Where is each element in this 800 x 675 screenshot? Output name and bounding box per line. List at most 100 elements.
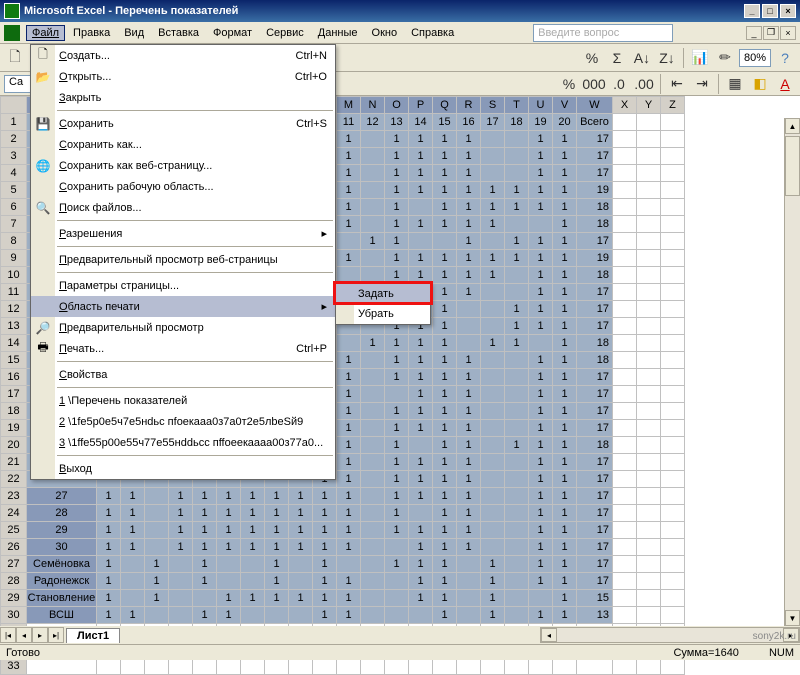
comma-style-icon[interactable]: 000	[583, 73, 605, 95]
data-cell[interactable]: 1	[553, 386, 577, 403]
data-cell[interactable]	[385, 539, 409, 556]
close-button[interactable]: ×	[780, 4, 796, 18]
data-cell[interactable]: 1	[457, 369, 481, 386]
column-header[interactable]: U	[529, 97, 553, 114]
data-cell[interactable]	[481, 148, 505, 165]
data-cell[interactable]: 1	[433, 284, 457, 301]
font-color-icon[interactable]: A	[774, 73, 796, 95]
data-cell[interactable]: 1	[481, 250, 505, 267]
data-cell[interactable]: 1	[145, 556, 169, 573]
header-cell[interactable]: 12	[361, 114, 385, 131]
data-cell[interactable]	[409, 607, 433, 624]
data-cell[interactable]: 1	[409, 250, 433, 267]
data-cell[interactable]: 1	[361, 335, 385, 352]
data-cell[interactable]	[361, 182, 385, 199]
row-header[interactable]: 3	[1, 148, 27, 165]
data-cell[interactable]: 1	[529, 454, 553, 471]
mdi-restore[interactable]: ❐	[763, 26, 779, 40]
data-cell[interactable]: 1	[457, 216, 481, 233]
data-cell[interactable]	[481, 352, 505, 369]
total-cell[interactable]: 17	[577, 148, 613, 165]
data-cell[interactable]: 1	[385, 437, 409, 454]
data-cell[interactable]	[505, 522, 529, 539]
data-cell[interactable]: 1	[433, 165, 457, 182]
data-cell[interactable]: 1	[457, 454, 481, 471]
data-cell[interactable]: 1	[553, 539, 577, 556]
data-cell[interactable]: 1	[337, 505, 361, 522]
row-header[interactable]: 15	[1, 352, 27, 369]
data-cell[interactable]: 1	[385, 403, 409, 420]
total-cell[interactable]: 13	[577, 607, 613, 624]
menu-insert[interactable]: Вставка	[152, 25, 205, 41]
file-menu-item[interactable]: Сохранить рабочую область...	[31, 176, 335, 197]
data-cell[interactable]: 1	[409, 335, 433, 352]
data-cell[interactable]	[433, 233, 457, 250]
tab-nav-prev[interactable]: ◂	[16, 627, 32, 643]
data-cell[interactable]	[361, 199, 385, 216]
total-cell[interactable]: 17	[577, 505, 613, 522]
header-cell[interactable]: 16	[457, 114, 481, 131]
data-cell[interactable]: 1	[409, 369, 433, 386]
data-cell[interactable]: 1	[529, 556, 553, 573]
data-cell[interactable]	[361, 165, 385, 182]
data-cell[interactable]: 1	[337, 471, 361, 488]
data-cell[interactable]: 1	[409, 539, 433, 556]
mdi-minimize[interactable]: _	[746, 26, 762, 40]
file-menu-item[interactable]: Выход	[31, 458, 335, 479]
data-cell[interactable]: 1	[457, 471, 481, 488]
data-cell[interactable]: 1	[409, 590, 433, 607]
data-cell[interactable]: 1	[385, 233, 409, 250]
data-cell[interactable]: 1	[529, 284, 553, 301]
data-cell[interactable]: 1	[553, 403, 577, 420]
data-cell[interactable]	[145, 522, 169, 539]
data-cell[interactable]	[145, 505, 169, 522]
data-cell[interactable]: 1	[337, 165, 361, 182]
data-cell[interactable]	[361, 403, 385, 420]
data-cell[interactable]: 1	[457, 182, 481, 199]
data-cell[interactable]	[481, 318, 505, 335]
data-cell[interactable]: 1	[361, 233, 385, 250]
data-cell[interactable]: 1	[529, 403, 553, 420]
data-cell[interactable]: 1	[433, 386, 457, 403]
data-cell[interactable]: 1	[457, 267, 481, 284]
data-cell[interactable]: 1	[553, 233, 577, 250]
data-cell[interactable]	[505, 386, 529, 403]
file-menu-item[interactable]: Область печати▸	[31, 296, 335, 317]
data-cell[interactable]: 1	[313, 522, 337, 539]
row-header[interactable]: 33	[1, 658, 27, 675]
row-label-cell[interactable]: 28	[27, 505, 97, 522]
data-cell[interactable]: 1	[433, 488, 457, 505]
data-cell[interactable]	[361, 131, 385, 148]
data-cell[interactable]: 1	[121, 488, 145, 505]
data-cell[interactable]	[481, 131, 505, 148]
file-menu-item[interactable]: 🗋Создать...Ctrl+N	[31, 45, 335, 66]
row-header[interactable]: 2	[1, 131, 27, 148]
data-cell[interactable]	[241, 573, 265, 590]
data-cell[interactable]: 1	[433, 454, 457, 471]
data-cell[interactable]: 1	[337, 403, 361, 420]
data-cell[interactable]: 1	[553, 148, 577, 165]
data-cell[interactable]: 1	[529, 437, 553, 454]
menu-file[interactable]: Файл	[26, 25, 65, 41]
data-cell[interactable]: 1	[433, 420, 457, 437]
data-cell[interactable]: 1	[553, 437, 577, 454]
data-cell[interactable]: 1	[433, 471, 457, 488]
data-cell[interactable]: 1	[337, 131, 361, 148]
mdi-close[interactable]: ×	[780, 26, 796, 40]
data-cell[interactable]: 1	[265, 488, 289, 505]
data-cell[interactable]: 1	[121, 539, 145, 556]
data-cell[interactable]: 1	[313, 505, 337, 522]
data-cell[interactable]: 1	[457, 352, 481, 369]
decrease-decimal-icon[interactable]: .00	[633, 73, 655, 95]
help-question-box[interactable]: Введите вопрос	[533, 24, 673, 42]
data-cell[interactable]	[121, 590, 145, 607]
data-cell[interactable]: 1	[121, 505, 145, 522]
file-menu-item[interactable]: 🌐Сохранить как веб-страницу...	[31, 155, 335, 176]
data-cell[interactable]	[457, 318, 481, 335]
data-cell[interactable]: 1	[433, 335, 457, 352]
select-all-corner[interactable]	[1, 97, 27, 114]
data-cell[interactable]: 1	[409, 267, 433, 284]
sheet-tab[interactable]: Лист1	[66, 628, 120, 643]
data-cell[interactable]: 1	[529, 131, 553, 148]
scroll-up-button[interactable]: ▲	[785, 118, 800, 134]
